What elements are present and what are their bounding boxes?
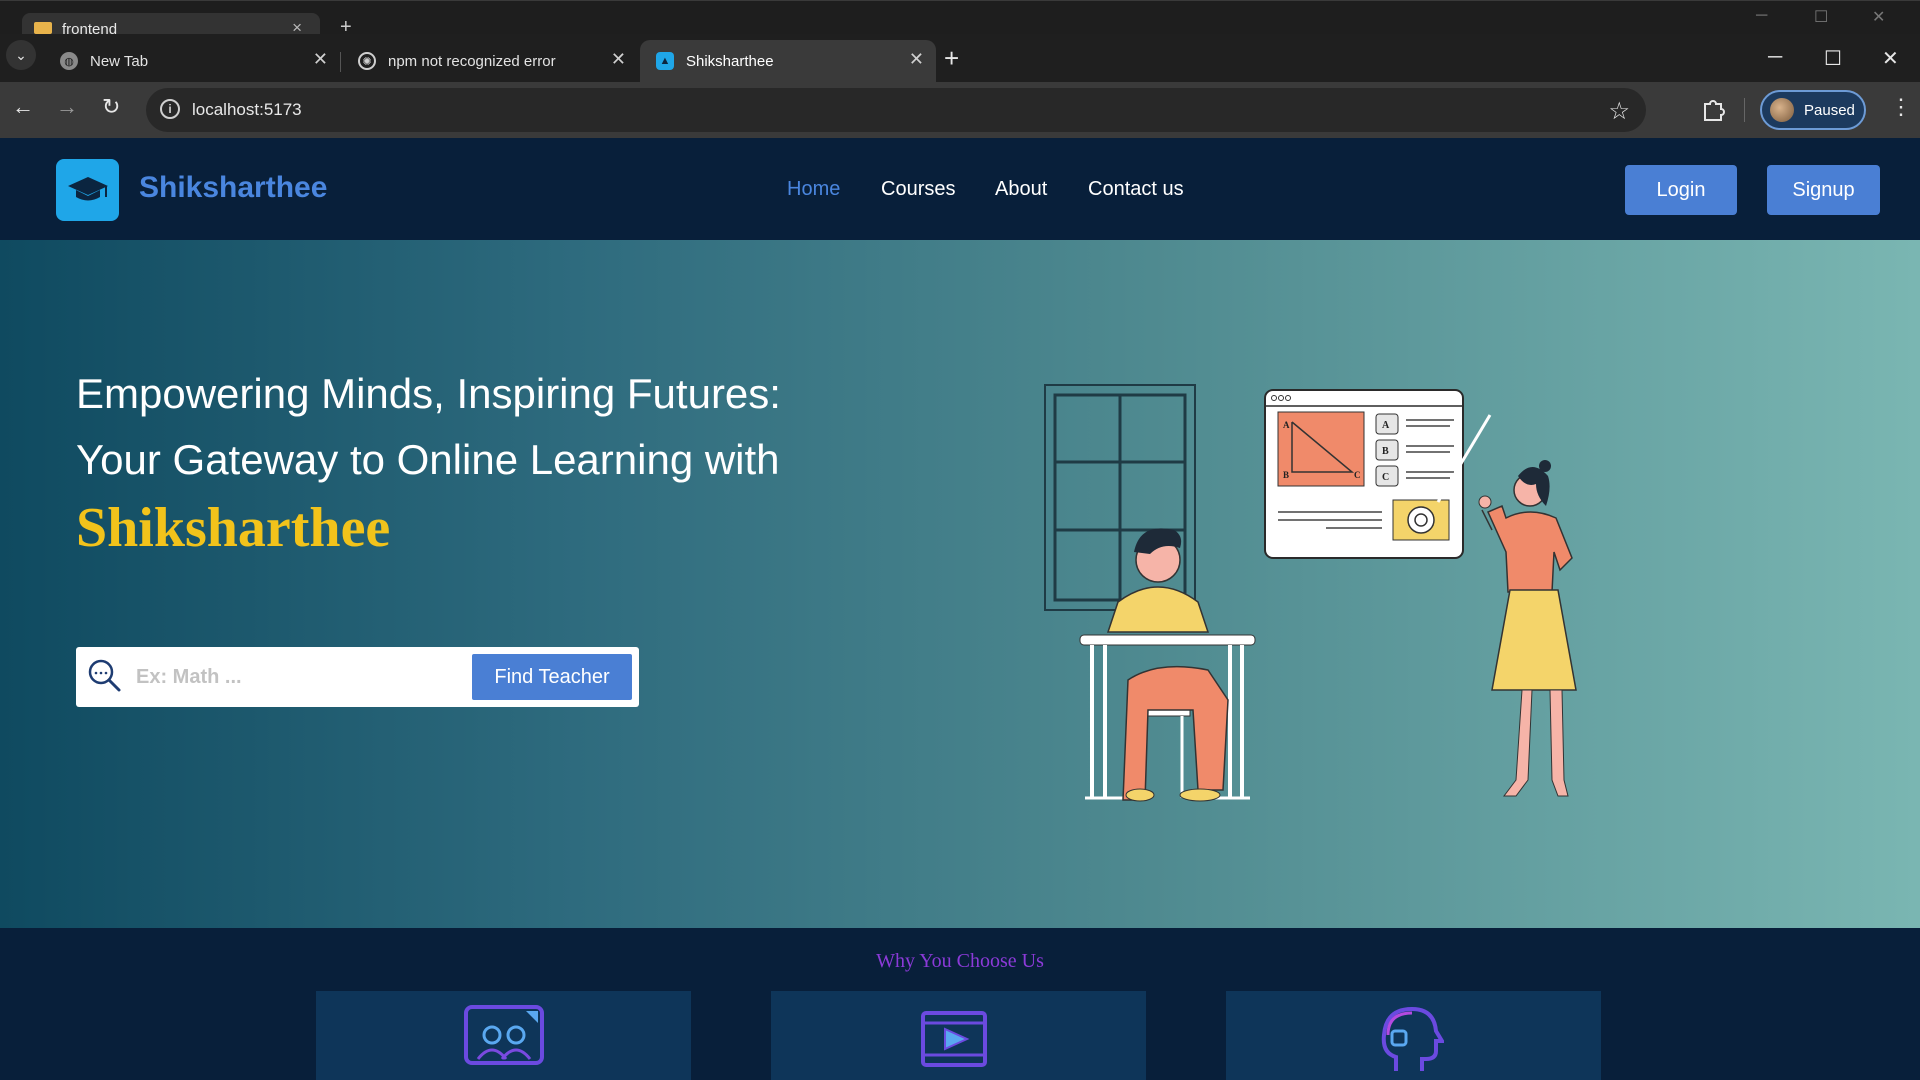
close-icon[interactable]: ✕ [611, 49, 626, 70]
close-window-icon[interactable]: ✕ [1872, 7, 1885, 27]
bookmark-star-icon[interactable]: ☆ [1608, 97, 1630, 126]
chevron-down-icon: ⌄ [15, 46, 27, 63]
close-window-icon[interactable]: ✕ [1882, 46, 1899, 71]
tab-search-button[interactable]: ⌄ [6, 40, 36, 70]
why-choose-us-section: Why You Choose Us [0, 928, 1920, 1080]
toolbar-separator [1744, 98, 1745, 122]
minimize-icon[interactable]: ─ [1756, 7, 1767, 25]
globe-icon: ◍ [60, 52, 78, 70]
teacher-search-bar: Find Teacher [76, 647, 639, 707]
signup-button[interactable]: Signup [1767, 165, 1880, 215]
tab-npm-error[interactable]: ✺ npm not recognized error ✕ [342, 40, 638, 82]
tab-separator [340, 52, 341, 72]
search-icon [88, 659, 121, 692]
hero-brand-name: Shiksharthee [76, 497, 391, 559]
tab-label: New Tab [90, 52, 149, 70]
avatar [1770, 98, 1794, 122]
browser-tab-bar: ⌄ ◍ New Tab ✕ ✺ npm not recognized error… [0, 34, 1920, 82]
board-label-c: C [1354, 470, 1361, 480]
video-play-icon [921, 1011, 987, 1067]
forward-arrow-icon[interactable]: → [56, 96, 78, 118]
section-title: Why You Choose Us [876, 950, 1044, 972]
tab-new-tab[interactable]: ◍ New Tab ✕ [44, 40, 340, 82]
address-url[interactable]: localhost:5173 [192, 100, 302, 120]
board-label-b: B [1283, 470, 1289, 480]
close-icon[interactable]: ✕ [313, 49, 328, 70]
login-button[interactable]: Login [1625, 165, 1737, 215]
find-teacher-button[interactable]: Find Teacher [472, 654, 632, 700]
nav-home[interactable]: Home [787, 178, 840, 201]
option-label-c: C [1382, 472, 1389, 483]
openai-icon: ✺ [358, 52, 376, 70]
tab-shiksharthee[interactable]: ▲ Shiksharthee ✕ [640, 40, 936, 82]
hero-section: Empowering Minds, Inspiring Futures: You… [0, 240, 1920, 928]
option-label-b: B [1382, 446, 1389, 457]
background-window-strip: frontend × + ─ ☐ ✕ [0, 0, 1920, 38]
tab-label: Shiksharthee [686, 52, 774, 70]
folder-icon [34, 22, 52, 34]
nav-about[interactable]: About [995, 178, 1047, 201]
graduation-cap-icon [67, 177, 108, 201]
background-window-tab[interactable]: frontend × [22, 13, 320, 38]
new-tab-button[interactable]: + [944, 44, 959, 72]
site-logo[interactable] [56, 159, 119, 221]
search-input[interactable] [136, 661, 466, 693]
extensions-puzzle-icon[interactable] [1700, 96, 1726, 122]
tab-label: npm not recognized error [388, 52, 556, 70]
back-arrow-icon[interactable]: ← [12, 96, 34, 118]
classroom-illustration: A B C A B C [1044, 384, 1577, 802]
feature-card-recorded-lessons[interactable] [771, 991, 1146, 1080]
web-page: Shiksharthee Home Courses About Contact … [0, 138, 1920, 1080]
hero-heading-line-2: Your Gateway to Online Learning with [76, 436, 780, 483]
board-label-a: A [1283, 420, 1290, 430]
feature-card-expert-tutors[interactable] [1226, 991, 1601, 1080]
close-icon[interactable]: ✕ [909, 49, 924, 70]
site-brand[interactable]: Shiksharthee [139, 171, 327, 205]
site-header: Shiksharthee Home Courses About Contact … [0, 138, 1920, 240]
profile-button[interactable]: Paused [1760, 90, 1866, 130]
browser-toolbar: ← → ↻ i localhost:5173 ☆ Paused ⋮ [0, 82, 1920, 138]
video-call-icon [464, 1005, 544, 1065]
option-label-a: A [1382, 420, 1390, 431]
minimize-icon[interactable]: ─ [1768, 46, 1782, 69]
site-info-icon[interactable]: i [160, 99, 180, 119]
reload-icon[interactable]: ↻ [102, 96, 120, 118]
maximize-icon[interactable]: ☐ [1824, 46, 1842, 71]
menu-kebab-icon[interactable]: ⋮ [1890, 94, 1912, 120]
feature-card-live-classes[interactable] [316, 991, 691, 1080]
graduation-cap-icon: ▲ [656, 52, 674, 70]
address-bar[interactable]: i localhost:5173 ☆ [146, 88, 1646, 132]
profile-status: Paused [1804, 101, 1855, 119]
nav-contact[interactable]: Contact us [1088, 178, 1184, 201]
head-headset-icon [1381, 1006, 1444, 1071]
nav-courses[interactable]: Courses [881, 178, 955, 201]
hero-heading-line-1: Empowering Minds, Inspiring Futures: [76, 370, 781, 417]
maximize-icon[interactable]: ☐ [1814, 7, 1828, 27]
